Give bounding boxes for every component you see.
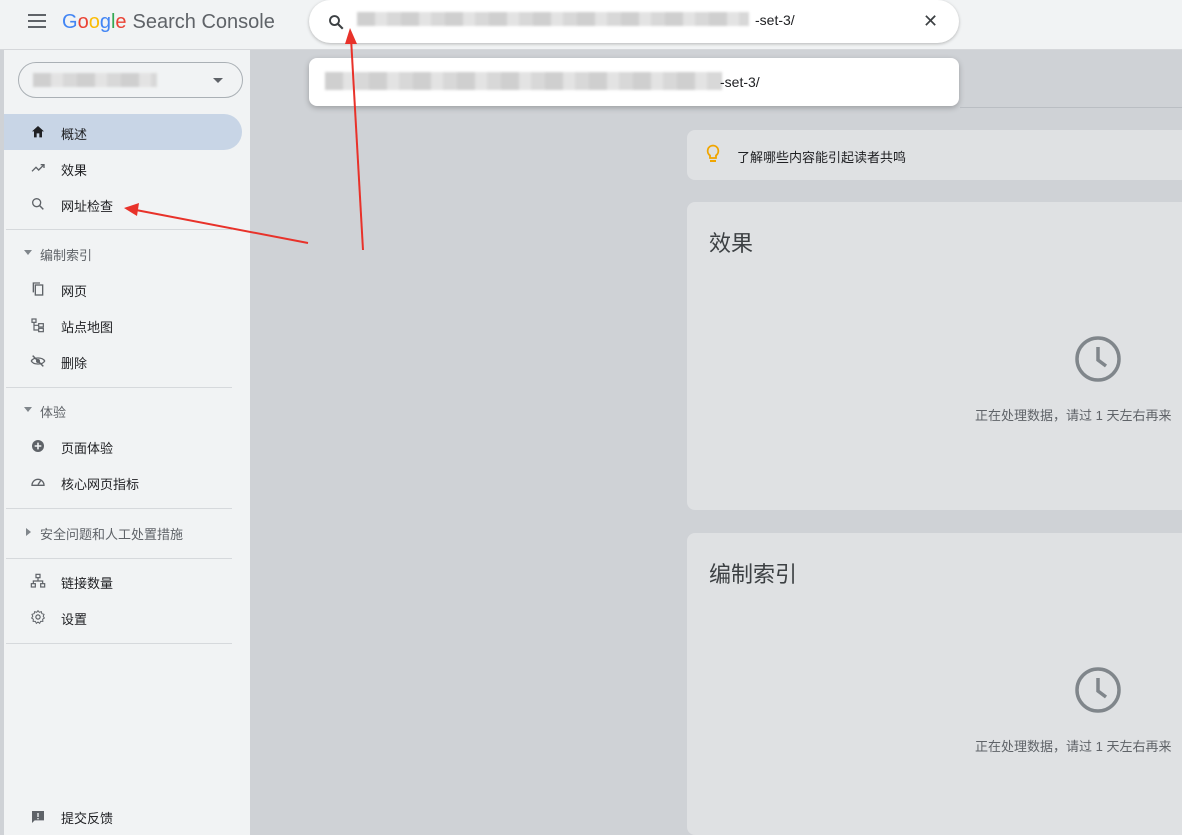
links-tree-icon (30, 573, 46, 588)
app-logo[interactable]: Google Search Console (62, 11, 275, 34)
logo-letter: g (99, 11, 111, 33)
card-title: 编制索引 (709, 563, 798, 588)
logo-letter: G (62, 11, 78, 33)
home-icon (32, 126, 44, 138)
sidebar-item-overview[interactable]: 概述 (4, 114, 242, 150)
sidebar-item-page-experience[interactable]: 页面体验 (4, 428, 242, 464)
logo-letter: o (77, 11, 89, 33)
divider (6, 508, 232, 509)
sidebar-item-label: 设置 (61, 612, 88, 627)
sidebar-item-label: 链接数量 (61, 576, 114, 591)
sidebar-item-settings[interactable]: 设置 (4, 599, 242, 635)
sidebar-item-label: 删除 (61, 356, 88, 371)
sidebar-item-label: 概述 (61, 127, 88, 142)
processing-message: 正在处理数据，请过 1 天左右再来 (975, 739, 1172, 754)
divider (6, 229, 232, 230)
add-circle-icon (32, 440, 44, 452)
sidebar-item-label: 网址检查 (61, 199, 114, 214)
clock-icon (1075, 336, 1121, 382)
indexing-card[interactable]: 编制索引 正在处理数据，请过 1 天左右再来 (687, 533, 1182, 835)
search-query-text[interactable]: -set-3/ (755, 12, 795, 28)
speed-gauge-icon (31, 478, 45, 486)
sidebar-item-label: 页面体验 (61, 441, 114, 456)
search-icon (329, 15, 344, 30)
pages-icon (32, 282, 44, 296)
sidebar-item-performance[interactable]: 效果 (4, 150, 242, 186)
sidebar: 概述 效果 网址检查 编制索引 网页 站点地图 删除 体验 页面体验 核心网页指… (4, 50, 250, 835)
chevron-down-icon (213, 78, 223, 83)
logo-letter: e (115, 11, 127, 33)
sidebar-item-core-web-vitals[interactable]: 核心网页指标 (4, 464, 242, 500)
section-security[interactable]: 安全问题和人工处置措施 (4, 520, 242, 544)
performance-card[interactable]: 效果 正在处理数据，请过 1 天左右再来 (687, 202, 1182, 510)
sitemap-icon (31, 318, 44, 333)
visibility-off-icon (30, 355, 46, 367)
processing-message: 正在处理数据，请过 1 天左右再来 (975, 408, 1172, 423)
sidebar-item-pages[interactable]: 网页 (4, 271, 242, 307)
section-label: 体验 (40, 405, 67, 420)
url-inspection-search-bar[interactable]: -set-3/ ✕ (309, 0, 959, 43)
sidebar-item-removals[interactable]: 删除 (4, 343, 242, 379)
search-icon (31, 198, 44, 210)
header-divider (960, 107, 1182, 108)
lightbulb-icon (706, 144, 720, 162)
suggestion-text: -set-3/ (720, 74, 760, 90)
chevron-down-icon (24, 250, 32, 255)
menu-icon[interactable] (28, 14, 46, 28)
divider (6, 558, 232, 559)
sidebar-item-url-inspection[interactable]: 网址检查 (4, 186, 242, 222)
sidebar-item-sitemaps[interactable]: 站点地图 (4, 307, 242, 343)
gear-icon (30, 609, 46, 625)
sidebar-item-links[interactable]: 链接数量 (4, 563, 242, 599)
redacted-url (357, 12, 749, 26)
feedback-label: 提交反馈 (61, 811, 114, 826)
clock-icon (1075, 667, 1121, 713)
section-experience[interactable]: 体验 (4, 398, 242, 422)
section-indexing[interactable]: 编制索引 (4, 241, 242, 265)
tip-label: 了解哪些内容能引起读者共鸣 (737, 150, 907, 165)
section-label: 编制索引 (40, 248, 93, 263)
close-icon[interactable]: ✕ (923, 11, 938, 32)
sidebar-item-label: 核心网页指标 (61, 477, 140, 492)
sidebar-item-label: 效果 (61, 163, 88, 178)
insights-tip-banner[interactable]: 了解哪些内容能引起读者共鸣 (687, 130, 1182, 180)
logo-letter: o (88, 11, 100, 33)
feedback-icon (32, 811, 44, 823)
card-title: 效果 (709, 232, 754, 257)
chevron-right-icon (26, 528, 31, 536)
divider (6, 387, 232, 388)
redacted-property (33, 73, 157, 87)
product-name: Search Console (132, 11, 275, 33)
redacted-url (325, 72, 722, 90)
section-label: 安全问题和人工处置措施 (40, 527, 184, 542)
divider (6, 643, 232, 644)
sidebar-item-label: 站点地图 (61, 320, 114, 335)
sidebar-item-label: 网页 (61, 284, 88, 299)
trending-up-icon (31, 164, 45, 172)
search-suggestion[interactable]: -set-3/ (309, 58, 959, 106)
chevron-down-icon (24, 407, 32, 412)
property-selector[interactable] (18, 62, 243, 98)
